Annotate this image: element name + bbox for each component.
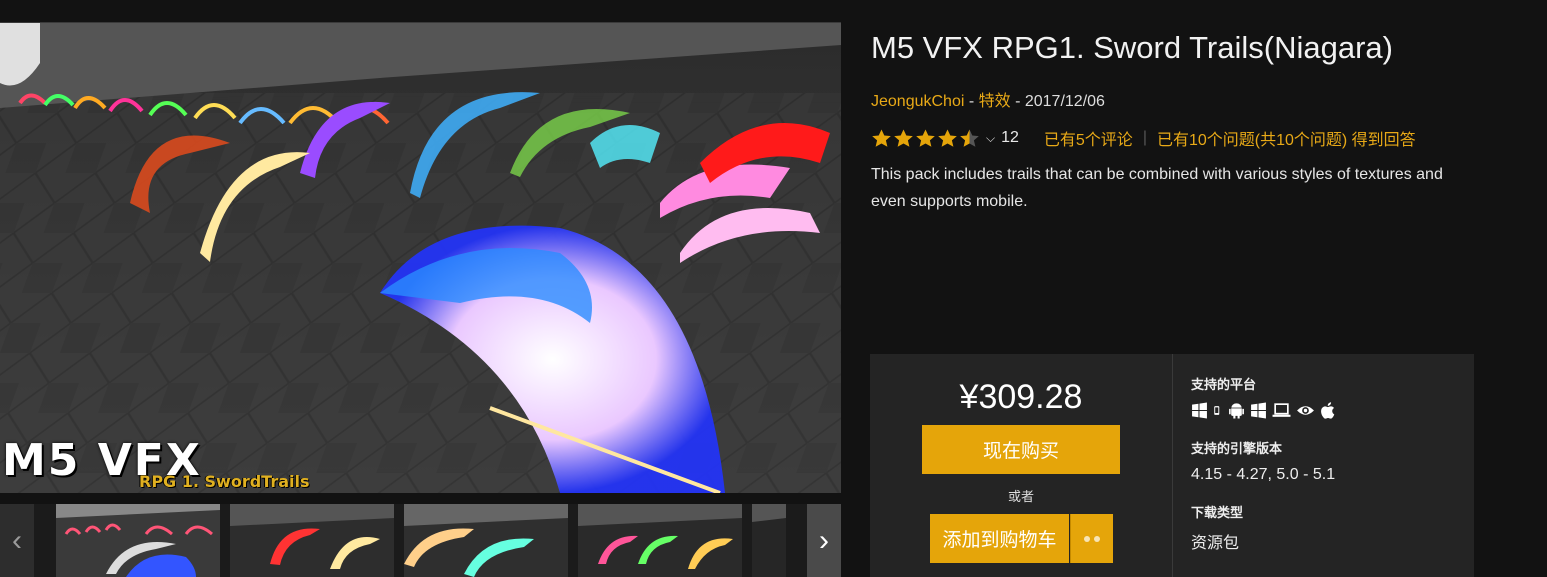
chevron-down-icon[interactable]: ⌵ xyxy=(986,131,995,146)
hero-overlay-subtitle: RPG 1. SwordTrails xyxy=(139,472,310,491)
hero-image[interactable]: M5 VFX xyxy=(0,22,841,493)
thumbnail-1[interactable] xyxy=(56,504,220,577)
platform-icons xyxy=(1191,402,1337,419)
buy-now-button[interactable]: 现在购买 xyxy=(922,425,1120,474)
product-description: This pack includes trails that can be co… xyxy=(871,166,1443,210)
release-date: 2017/12/06 xyxy=(1024,93,1105,110)
dot-icon xyxy=(1084,535,1090,542)
product-meta: JeongukChoi - 特效 - 2017/12/06 xyxy=(871,87,1105,111)
thumbnail-4[interactable] xyxy=(578,504,742,577)
star-icon xyxy=(938,129,957,147)
windows-icon xyxy=(1251,402,1266,419)
thumbnail-3[interactable] xyxy=(404,504,568,577)
platforms-label: 支持的平台 xyxy=(1191,377,1257,392)
product-title: M5 VFX RPG1. Sword Trails(Niagara) xyxy=(871,30,1393,65)
thumbnail-image xyxy=(230,504,394,577)
engine-versions-label: 支持的引擎版本 xyxy=(1191,441,1283,456)
star-rating[interactable] xyxy=(871,128,980,149)
windows-icon xyxy=(1192,402,1207,419)
chevron-left-icon[interactable]: ‹ xyxy=(0,504,34,577)
star-icon xyxy=(894,129,913,147)
add-to-cart-button[interactable]: 添加到购物车 xyxy=(930,514,1069,563)
thumbnail-image xyxy=(578,504,742,577)
rating-count: 12 xyxy=(1001,129,1019,146)
download-type-value: 资源包 xyxy=(1191,535,1240,552)
thumbnail-image xyxy=(752,504,786,577)
thumbnail-image xyxy=(56,504,220,577)
star-icon xyxy=(872,129,891,147)
rating-row: ⌵ 12 已有5个评论 | 已有10个问题(共10个问题) 得到回答 xyxy=(871,126,1416,150)
chevron-right-icon[interactable]: › xyxy=(807,504,841,577)
android-icon xyxy=(1229,403,1244,419)
hero-artwork xyxy=(0,23,841,493)
meta-separator: - xyxy=(964,93,979,110)
mobile-icon xyxy=(1214,406,1220,415)
dot-icon xyxy=(1094,535,1100,542)
panel-divider xyxy=(1172,354,1173,577)
price: ¥309.28 xyxy=(959,378,1083,416)
thumbnail-image xyxy=(404,504,568,577)
laptop-icon xyxy=(1272,403,1291,417)
category-link[interactable]: 特效 xyxy=(979,93,1011,110)
thumbnail-strip: ‹ › xyxy=(0,504,841,577)
reviews-link[interactable]: 已有5个评论 xyxy=(1044,126,1133,150)
download-type-label: 下载类型 xyxy=(1191,505,1244,520)
star-icon xyxy=(916,129,935,147)
purchase-panel: ¥309.28 现在购买 或者 添加到购物车 支持的平台 支持的引擎版本 4.1… xyxy=(870,354,1474,577)
or-label: 或者 xyxy=(1007,489,1034,504)
divider: | xyxy=(1142,129,1147,146)
author-link[interactable]: JeongukChoi xyxy=(871,93,964,110)
star-icon xyxy=(960,129,979,147)
more-options-button[interactable] xyxy=(1070,514,1113,563)
meta-separator: - xyxy=(1010,93,1025,110)
apple-icon xyxy=(1321,402,1335,419)
questions-link[interactable]: 已有10个问题(共10个问题) 得到回答 xyxy=(1157,126,1416,150)
thumbnail-5[interactable] xyxy=(752,504,786,577)
eye-icon xyxy=(1297,406,1314,415)
thumbnail-2[interactable] xyxy=(230,504,394,577)
engine-versions-value: 4.15 - 4.27, 5.0 - 5.1 xyxy=(1191,466,1336,483)
